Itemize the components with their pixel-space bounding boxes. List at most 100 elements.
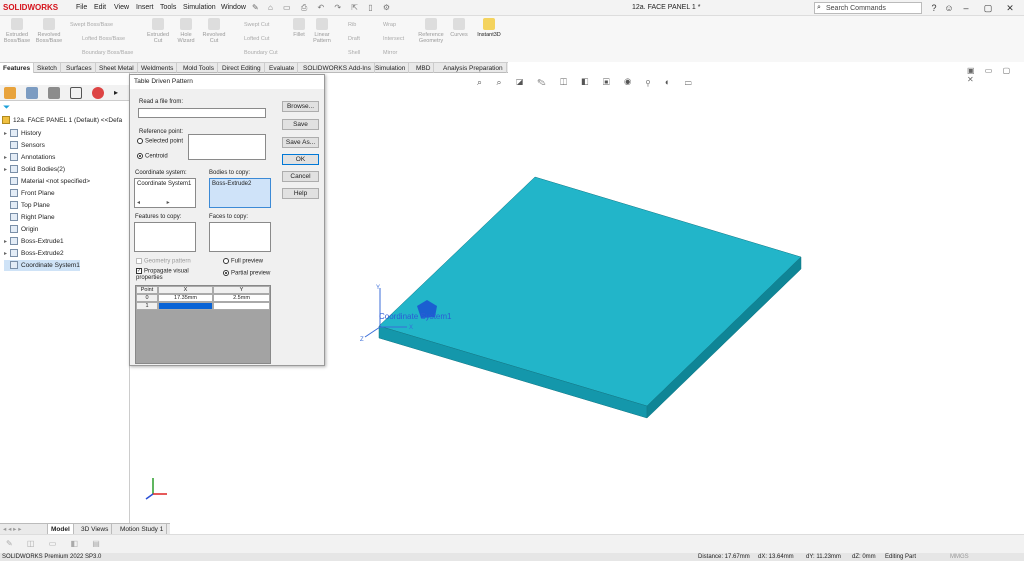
table-header-point: Point <box>136 286 158 294</box>
feature-manager-tab-icon[interactable] <box>4 87 16 99</box>
save-button[interactable]: Save <box>282 119 319 130</box>
curves-button[interactable]: Curves <box>448 18 470 38</box>
tree-item-annotations[interactable]: ▸ Annotations <box>4 152 55 163</box>
boundary-cut-button[interactable]: Boundary Cut <box>244 50 278 56</box>
menu-edit[interactable]: Edit <box>94 4 106 11</box>
read-file-label: Read a file from: <box>139 99 184 105</box>
tree-item-boss-extrude1[interactable]: ▸ Boss-Extrude1 <box>4 236 64 247</box>
tree-item-boss-extrude2[interactable]: ▸ Boss-Extrude2 <box>4 248 64 259</box>
table-row-1-x[interactable] <box>158 302 213 310</box>
wrap-button[interactable]: Wrap <box>383 22 396 28</box>
property-manager-tab-icon[interactable] <box>26 87 38 99</box>
centroid-radio[interactable]: Centroid <box>137 153 168 160</box>
coordinate-system-label[interactable]: Coordinate System1 <box>379 312 451 321</box>
radio-selected-icon <box>137 153 143 159</box>
tree-item-right-plane[interactable]: Right Plane <box>4 212 55 223</box>
menu-tools[interactable]: Tools <box>160 4 176 11</box>
coordinate-system-value[interactable]: Coordinate System1 <box>137 181 191 187</box>
plane-icon <box>10 189 18 198</box>
extruded-cut-button[interactable]: Extruded Cut <box>144 18 172 44</box>
minimize-button[interactable]: – <box>960 2 972 14</box>
boundary-boss-button[interactable]: Boundary Boss/Base <box>82 50 133 56</box>
tree-item-sensors[interactable]: Sensors <box>4 140 45 151</box>
revolved-cut-button[interactable]: Revolved Cut <box>200 18 228 44</box>
dimxpert-tab-icon[interactable] <box>70 87 82 99</box>
distance-readout: Distance: 17.67mm <box>698 554 750 560</box>
shell-button[interactable]: Shell <box>348 50 360 56</box>
title-bar: SOLIDWORKS File Edit View Insert Tools S… <box>0 0 1024 16</box>
help-button[interactable]: Help <box>282 188 319 199</box>
bodies-to-copy-list[interactable]: Boss-Extrude2 <box>209 178 271 208</box>
units-readout[interactable]: MMGS <box>950 553 969 561</box>
full-preview-radio[interactable]: Full preview <box>223 258 263 265</box>
menu-window[interactable]: Window <box>221 4 246 11</box>
menu-file[interactable]: File <box>76 4 87 11</box>
lofted-cut-button[interactable]: Lofted Cut <box>244 36 269 42</box>
read-file-input[interactable] <box>138 108 266 118</box>
swept-cut-button[interactable]: Swept Cut <box>244 22 269 28</box>
tree-item-origin[interactable]: Origin <box>4 224 38 235</box>
pin-icon[interactable]: ✎ <box>252 3 259 12</box>
reference-point-list[interactable] <box>188 134 266 160</box>
tree-item-material[interactable]: Material <not specified> <box>4 176 90 187</box>
plane-icon <box>10 201 18 210</box>
fillet-button[interactable]: Fillet <box>288 18 310 38</box>
close-button[interactable]: ✕ <box>1004 2 1016 14</box>
lofted-boss-button[interactable]: Lofted Boss/Base <box>82 36 125 42</box>
tree-item-history[interactable]: ▸ History <box>4 128 41 139</box>
save-as-button[interactable]: Save As... <box>282 137 319 148</box>
intersect-button[interactable]: Intersect <box>383 36 404 42</box>
bodies-to-copy-value[interactable]: Boss-Extrude2 <box>212 181 251 187</box>
configuration-manager-tab-icon[interactable] <box>48 87 60 99</box>
selected-point-radio[interactable]: Selected point <box>137 138 183 145</box>
reference-point-label: Reference point: <box>139 129 184 135</box>
cancel-button[interactable]: Cancel <box>282 171 319 182</box>
expand-arrow-icon[interactable]: ▸ <box>114 88 118 97</box>
draft-button[interactable]: Draft <box>348 36 360 42</box>
coord-z-axis <box>364 326 381 338</box>
swept-boss-button[interactable]: Swept Boss/Base <box>70 22 113 28</box>
coordinate-system-list[interactable]: Coordinate System1 ◂ ▸ <box>134 178 196 208</box>
tree-item-top-plane[interactable]: Top Plane <box>4 200 50 211</box>
radio-selected-icon <box>223 270 229 276</box>
panel-tabs: ▸ <box>0 85 130 101</box>
menu-simulation[interactable]: Simulation <box>183 4 216 11</box>
table-row-0-y[interactable]: 2.5mm <box>213 294 270 302</box>
tree-root[interactable]: 12a. FACE PANEL 1 (Default) <<Defa <box>2 115 122 126</box>
partial-preview-radio[interactable]: Partial preview <box>223 270 270 277</box>
checkbox-checked-icon: ✓ <box>136 268 142 274</box>
table-row-1-y[interactable] <box>213 302 270 310</box>
rib-button[interactable]: Rib <box>348 22 356 28</box>
tree-item-front-plane[interactable]: Front Plane <box>4 188 55 199</box>
filter-icon[interactable]: ⏷ <box>3 102 10 113</box>
revolved-boss-button[interactable]: Revolved Boss/Base <box>34 18 64 44</box>
restore-button[interactable]: ▢ <box>982 2 994 14</box>
features-to-copy-label: Features to copy: <box>135 214 182 220</box>
list-scroll-arrows[interactable]: ◂ ▸ <box>137 199 170 206</box>
tree-item-solid-bodies[interactable]: ▸ Solid Bodies(2) <box>4 164 65 175</box>
geometry-pattern-checkbox[interactable]: Geometry pattern <box>136 258 191 265</box>
extruded-boss-button[interactable]: Extruded Boss/Base <box>2 18 32 44</box>
instant3d-button[interactable]: Instant3D <box>474 18 504 38</box>
propagate-visual-checkbox[interactable]: ✓ Propagate visual properties <box>136 268 198 281</box>
menu-view[interactable]: View <box>114 4 129 11</box>
features-to-copy-list[interactable] <box>134 222 196 252</box>
help-icon[interactable]: ? <box>928 2 940 14</box>
mirror-button[interactable]: Mirror <box>383 50 397 56</box>
table-row-0-x[interactable]: 17.35mm <box>158 294 213 302</box>
origin-icon <box>10 225 18 234</box>
menu-insert[interactable]: Insert <box>136 4 154 11</box>
reference-geometry-button[interactable]: Reference Geometry <box>416 18 446 44</box>
browse-button[interactable]: Browse... <box>282 101 319 112</box>
hole-wizard-button[interactable]: Hole Wizard <box>173 18 199 44</box>
revolve-icon <box>43 18 55 30</box>
selection-filter-icons[interactable]: ✎ ◫ ▭ ◧ ▤ <box>6 539 106 548</box>
display-manager-tab-icon[interactable] <box>92 87 104 99</box>
search-commands-input[interactable]: Search Commands ⌕ <box>814 2 922 14</box>
quick-access-toolbar[interactable]: ⌂ ▭ ⎙ ↶ ↷ ⇱ ▯ ⚙ <box>268 3 394 13</box>
faces-to-copy-list[interactable] <box>209 222 271 252</box>
user-icon[interactable]: ☺ <box>943 2 955 14</box>
linear-pattern-button[interactable]: Linear Pattern <box>310 18 334 44</box>
ok-button[interactable]: OK <box>282 154 319 165</box>
tree-item-coordinate-system1[interactable]: Coordinate System1 <box>4 260 80 271</box>
